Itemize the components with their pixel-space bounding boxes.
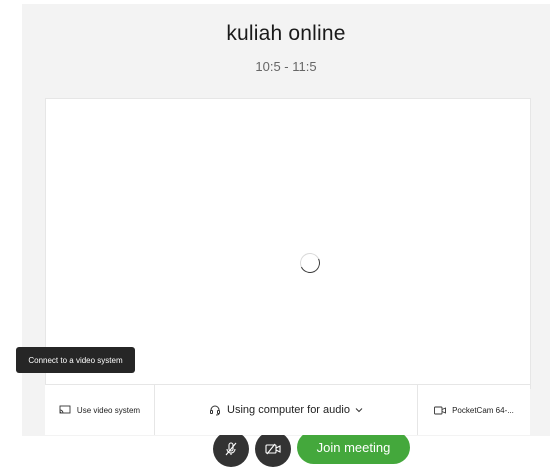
meeting-time: 10:5 - 11:5 [255, 59, 317, 74]
meeting-title: kuliah online [226, 22, 346, 45]
bottom-options-bar: Use video system Using computer for audi… [45, 384, 530, 435]
loading-spinner-icon [297, 250, 323, 276]
headset-icon [209, 404, 221, 416]
audio-connection-dropdown[interactable]: Using computer for audio [155, 385, 418, 435]
join-meeting-button[interactable]: Join meeting [297, 431, 410, 464]
mute-button[interactable] [213, 431, 249, 467]
video-button[interactable] [255, 431, 291, 467]
video-preview-area: Join meeting [45, 98, 531, 467]
use-video-system-label: Use video system [76, 405, 141, 415]
cast-screen-icon [59, 405, 71, 415]
meeting-preview-window: kuliah online 10:5 - 11:5 Join meeting U… [0, 0, 556, 467]
microphone-muted-icon [223, 441, 239, 457]
audio-option-label: Using computer for audio [227, 404, 350, 416]
camera-select-button[interactable]: PocketCam 64-... [418, 385, 530, 435]
video-off-icon [264, 442, 282, 456]
camera-icon [434, 406, 447, 415]
camera-label: PocketCam 64-... [452, 405, 514, 415]
video-system-tooltip: Connect to a video system [16, 347, 135, 373]
use-video-system-button[interactable]: Use video system [45, 385, 155, 435]
chevron-down-icon [355, 407, 363, 413]
